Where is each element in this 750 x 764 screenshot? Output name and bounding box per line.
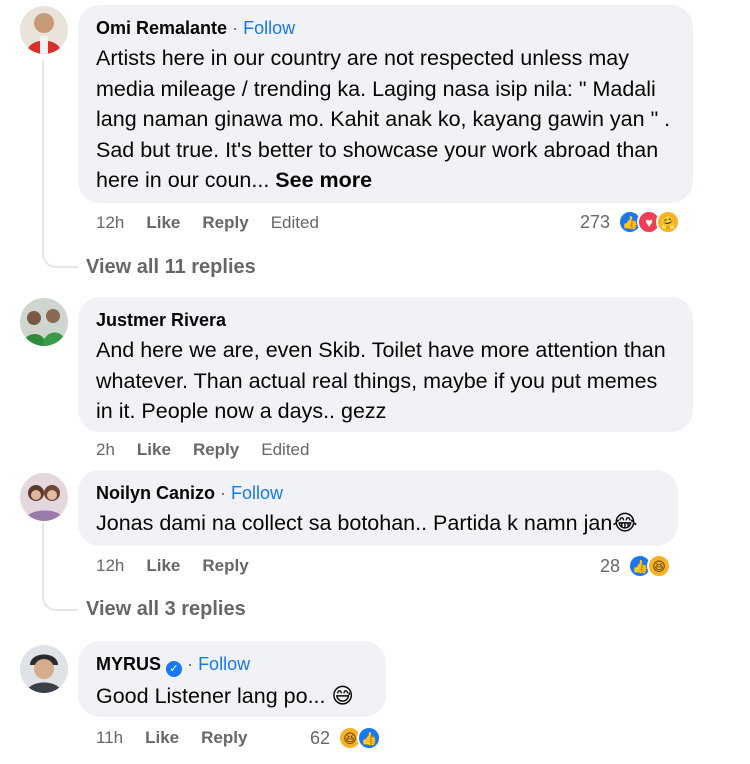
reply-button[interactable]: Reply <box>201 728 247 748</box>
separator: · <box>220 483 227 503</box>
haha-icon: 😆 <box>647 554 672 578</box>
follow-button[interactable]: Follow <box>198 654 250 674</box>
view-replies-link[interactable]: View all 11 replies <box>86 256 256 279</box>
reaction-summary[interactable]: 28 👍 😆 <box>600 554 672 578</box>
comment-text-content: Good Listener lang po... <box>96 684 326 708</box>
comment-text-content: Jonas dami na collect sa botohan.. Parti… <box>96 511 613 535</box>
reaction-count: 273 <box>580 211 611 232</box>
reply-button[interactable]: Reply <box>202 556 248 576</box>
comment-text: Jonas dami na collect sa botohan.. Parti… <box>96 508 660 539</box>
comment-bubble: Justmer Rivera And here we are, even Ski… <box>78 297 693 432</box>
like-button[interactable]: Like <box>146 213 180 233</box>
like-icon: 👍 <box>357 726 382 750</box>
comment-bubble: Omi Remalante · Follow Artists here in o… <box>78 5 693 203</box>
like-button[interactable]: Like <box>146 556 180 576</box>
comment-text: And here we are, even Skib. Toilet have … <box>96 338 666 423</box>
edited-label: Edited <box>261 440 310 459</box>
comment-meta: 12h Like Reply Edited <box>96 213 341 233</box>
comment-meta: 12h Like Reply <box>96 556 271 576</box>
sweat-smile-emoji-icon: 😅 <box>331 684 354 708</box>
view-replies-link[interactable]: View all 3 replies <box>86 598 246 621</box>
timestamp[interactable]: 12h <box>96 213 124 233</box>
thread-connector <box>42 523 78 611</box>
comment-text-content: Artists here in our country are not resp… <box>96 46 671 192</box>
thread-connector <box>42 60 78 268</box>
comment-bubble: Noilyn Canizo · Follow Jonas dami na col… <box>78 470 678 546</box>
like-button[interactable]: Like <box>137 440 171 460</box>
comment-text: Good Listener lang po... 😅 <box>96 681 368 712</box>
author-name[interactable]: MYRUS <box>96 654 161 674</box>
see-more-link[interactable]: See more <box>275 168 372 192</box>
author-name[interactable]: Noilyn Canizo <box>96 483 215 503</box>
reply-button[interactable]: Reply <box>193 440 239 460</box>
follow-button[interactable]: Follow <box>243 18 295 38</box>
reaction-count: 62 <box>310 727 331 748</box>
reaction-summary[interactable]: 62 😆 👍 <box>310 726 382 750</box>
timestamp[interactable]: 2h <box>96 440 115 460</box>
avatar[interactable] <box>20 473 68 521</box>
avatar[interactable] <box>20 645 68 693</box>
follow-button[interactable]: Follow <box>231 483 283 503</box>
comment-text: Artists here in our country are not resp… <box>96 43 675 196</box>
comment-meta: 2h Like Reply Edited <box>96 440 331 460</box>
separator: · <box>232 18 239 38</box>
author-name[interactable]: Omi Remalante <box>96 18 227 38</box>
care-icon: 🤗 <box>656 210 681 234</box>
like-button[interactable]: Like <box>145 728 179 748</box>
edited-label: Edited <box>270 213 319 232</box>
comment-meta: 11h Like Reply <box>96 728 269 748</box>
verified-badge-icon: ✓ <box>166 661 183 677</box>
laughing-emoji-icon: 😂 <box>612 511 638 535</box>
avatar[interactable] <box>20 6 68 54</box>
reaction-summary[interactable]: 273 👍 ♥ 🤗 <box>580 210 681 234</box>
comment-bubble: MYRUS ✓ · Follow Good Listener lang po..… <box>78 641 386 717</box>
separator: · <box>187 654 194 674</box>
reply-button[interactable]: Reply <box>202 213 248 233</box>
timestamp[interactable]: 11h <box>96 728 123 748</box>
timestamp[interactable]: 12h <box>96 556 124 576</box>
reaction-count: 28 <box>600 555 621 576</box>
author-name[interactable]: Justmer Rivera <box>96 310 226 330</box>
avatar[interactable] <box>20 298 68 346</box>
